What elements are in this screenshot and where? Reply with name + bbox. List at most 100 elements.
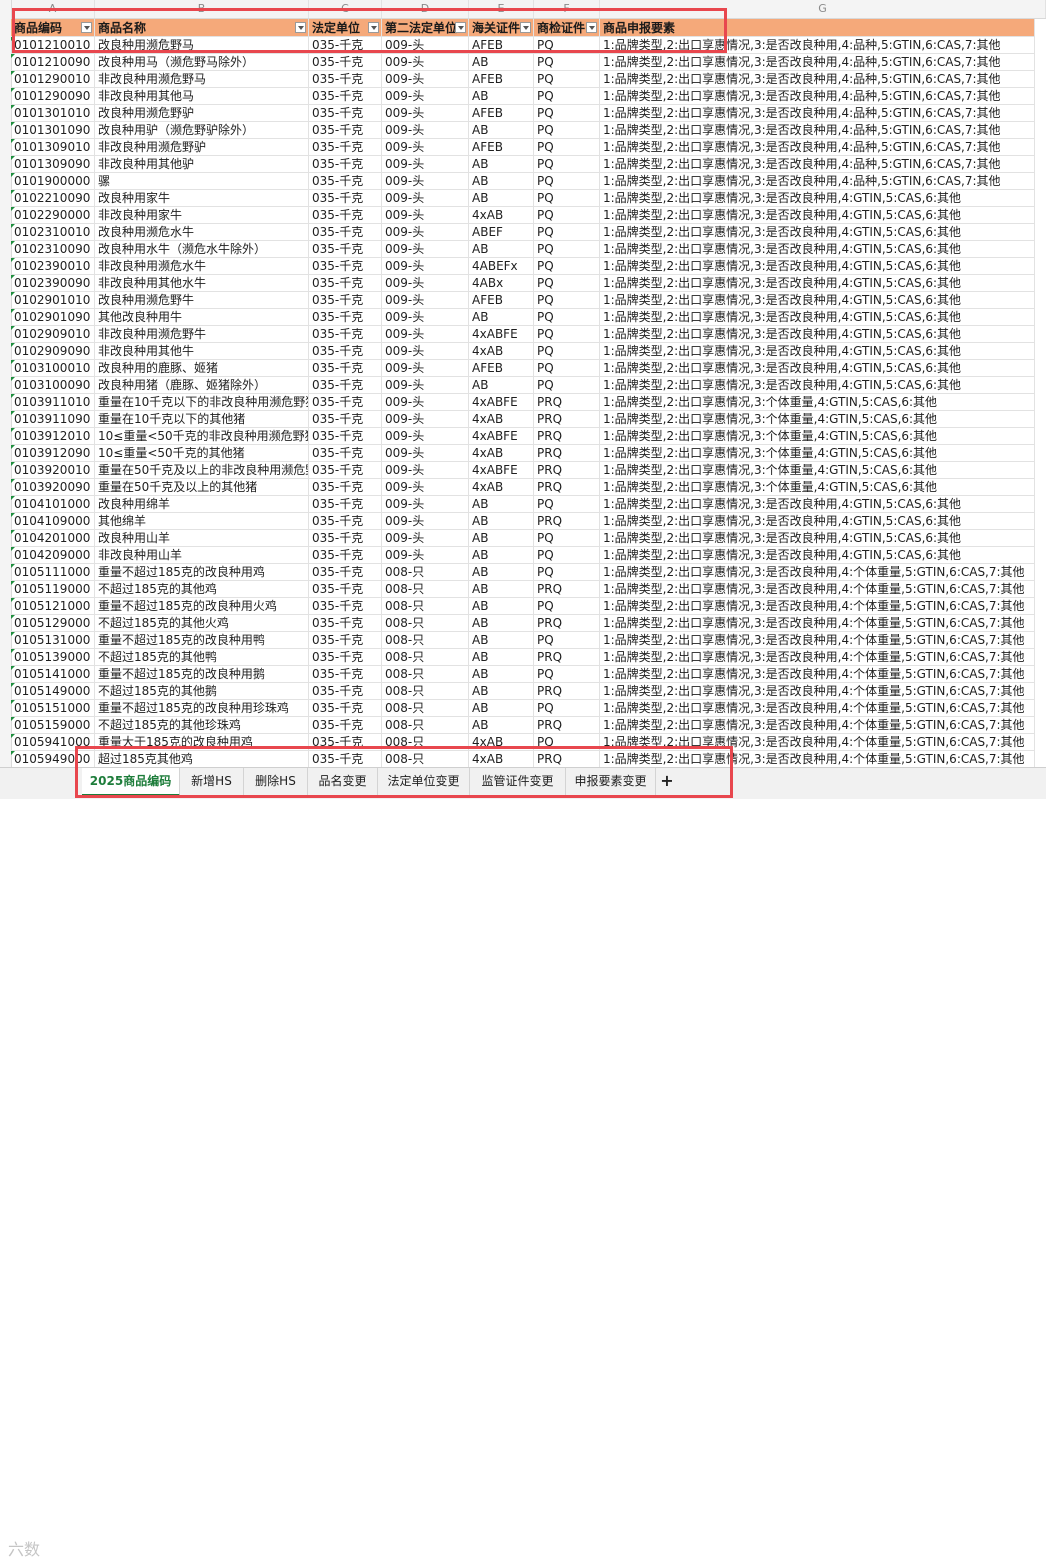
cell-inspection-cert[interactable]: PRQ (534, 411, 600, 428)
cell-inspection-cert[interactable]: PQ (534, 37, 600, 54)
cell-inspection-cert[interactable]: PQ (534, 190, 600, 207)
cell-name[interactable]: 骡 (95, 173, 309, 190)
cell-unit2[interactable]: 008-只 (382, 683, 469, 700)
cell-unit[interactable]: 035-千克 (309, 258, 382, 275)
cell-unit[interactable]: 035-千克 (309, 751, 382, 767)
cell-name[interactable]: 改良种用马（濒危野马除外） (95, 54, 309, 71)
cell-code[interactable]: 0103920090 (11, 479, 95, 496)
cell-unit[interactable]: 035-千克 (309, 445, 382, 462)
cell-name[interactable]: 改良种用濒危野牛 (95, 292, 309, 309)
cell-unit[interactable]: 035-千克 (309, 292, 382, 309)
cell-code[interactable]: 0103911090 (11, 411, 95, 428)
cell-inspection-cert[interactable]: PRQ (534, 513, 600, 530)
filter-dropdown-icon[interactable] (81, 22, 92, 33)
cell-customs-cert[interactable]: AB (469, 683, 534, 700)
cell-unit[interactable]: 035-千克 (309, 156, 382, 173)
header-cell-unit[interactable]: 法定单位 (309, 19, 382, 37)
cell-name[interactable]: 重量不超过185克的改良种用鸭 (95, 632, 309, 649)
column-letter-g[interactable]: G (600, 0, 1046, 18)
cell-name[interactable]: 非改良种用濒危野牛 (95, 326, 309, 343)
cell-inspection-cert[interactable]: PQ (534, 734, 600, 751)
cell-inspection-cert[interactable]: PQ (534, 309, 600, 326)
cell-unit[interactable]: 035-千克 (309, 513, 382, 530)
cell-unit2[interactable]: 008-只 (382, 649, 469, 666)
cell-unit2[interactable]: 009-头 (382, 190, 469, 207)
cell-unit[interactable]: 035-千克 (309, 683, 382, 700)
cell-customs-cert[interactable]: 4xABFE (469, 428, 534, 445)
cell-customs-cert[interactable]: 4ABx (469, 275, 534, 292)
cell-unit2[interactable]: 008-只 (382, 581, 469, 598)
cell-customs-cert[interactable]: 4xAB (469, 734, 534, 751)
cell-customs-cert[interactable]: AB (469, 564, 534, 581)
filter-dropdown-icon[interactable] (368, 22, 379, 33)
cell-elements[interactable]: 1:品牌类型,2:出口享惠情况,3:是否改良种用,4:GTIN,5:CAS,6:… (600, 530, 1035, 547)
cell-unit[interactable]: 035-千克 (309, 649, 382, 666)
cell-inspection-cert[interactable]: PQ (534, 292, 600, 309)
cell-customs-cert[interactable]: AFEB (469, 37, 534, 54)
cell-elements[interactable]: 1:品牌类型,2:出口享惠情况,3:是否改良种用,4:GTIN,5:CAS,6:… (600, 547, 1035, 564)
cell-unit2[interactable]: 009-头 (382, 173, 469, 190)
header-cell-code[interactable]: 商品编码 (11, 19, 95, 37)
cell-inspection-cert[interactable]: PQ (534, 88, 600, 105)
cell-name[interactable]: 非改良种用濒危水牛 (95, 258, 309, 275)
header-cell-name[interactable]: 商品名称 (95, 19, 309, 37)
cell-elements[interactable]: 1:品牌类型,2:出口享惠情况,3:是否改良种用,4:GTIN,5:CAS,6:… (600, 207, 1035, 224)
cell-customs-cert[interactable]: 4xABFE (469, 394, 534, 411)
cell-name[interactable]: 改良种用山羊 (95, 530, 309, 547)
column-letter-a[interactable]: A (11, 0, 95, 18)
cell-unit2[interactable]: 009-头 (382, 37, 469, 54)
cell-unit[interactable]: 035-千克 (309, 173, 382, 190)
cell-unit2[interactable]: 009-头 (382, 326, 469, 343)
cell-name[interactable]: 重量不超过185克的改良种用火鸡 (95, 598, 309, 615)
cell-elements[interactable]: 1:品牌类型,2:出口享惠情况,3:是否改良种用,4:GTIN,5:CAS,6:… (600, 377, 1035, 394)
cell-unit2[interactable]: 008-只 (382, 615, 469, 632)
cell-customs-cert[interactable]: AB (469, 717, 534, 734)
cell-inspection-cert[interactable]: PQ (534, 258, 600, 275)
cell-elements[interactable]: 1:品牌类型,2:出口享惠情况,3:是否改良种用,4:GTIN,5:CAS,6:… (600, 496, 1035, 513)
cell-unit2[interactable]: 009-头 (382, 530, 469, 547)
cell-code[interactable]: 0102310010 (11, 224, 95, 241)
cell-unit2[interactable]: 009-头 (382, 513, 469, 530)
cell-unit[interactable]: 035-千克 (309, 496, 382, 513)
cell-unit[interactable]: 035-千克 (309, 479, 382, 496)
cell-unit[interactable]: 035-千克 (309, 139, 382, 156)
cell-name[interactable]: 非改良种用其他驴 (95, 156, 309, 173)
cell-customs-cert[interactable]: 4xAB (469, 445, 534, 462)
cell-unit2[interactable]: 009-头 (382, 479, 469, 496)
cell-code[interactable]: 0101210090 (11, 54, 95, 71)
cell-customs-cert[interactable]: AB (469, 649, 534, 666)
cell-name[interactable]: 重量不超过185克的改良种用珍珠鸡 (95, 700, 309, 717)
cell-code[interactable]: 0105159000 (11, 717, 95, 734)
sheet-tab-2[interactable]: 新增HS (180, 768, 244, 796)
cell-customs-cert[interactable]: AB (469, 598, 534, 615)
cell-customs-cert[interactable]: AB (469, 156, 534, 173)
cell-code[interactable]: 0105949000 (11, 751, 95, 767)
cell-elements[interactable]: 1:品牌类型,2:出口享惠情况,3:是否改良种用,4:品种,5:GTIN,6:C… (600, 139, 1035, 156)
cell-unit2[interactable]: 009-头 (382, 445, 469, 462)
cell-unit2[interactable]: 009-头 (382, 88, 469, 105)
cell-code[interactable]: 0105111000 (11, 564, 95, 581)
cell-customs-cert[interactable]: AB (469, 309, 534, 326)
cell-name[interactable]: 重量大于185克的改良种用鸡 (95, 734, 309, 751)
cell-customs-cert[interactable]: AB (469, 530, 534, 547)
cell-name[interactable]: 其他绵羊 (95, 513, 309, 530)
cell-elements[interactable]: 1:品牌类型,2:出口享惠情况,3:是否改良种用,4:GTIN,5:CAS,6:… (600, 241, 1035, 258)
cell-unit[interactable]: 035-千克 (309, 105, 382, 122)
cell-elements[interactable]: 1:品牌类型,2:出口享惠情况,3:个体重量,4:GTIN,5:CAS,6:其他 (600, 462, 1035, 479)
cell-name[interactable]: 非改良种用濒危野驴 (95, 139, 309, 156)
cell-customs-cert[interactable]: AFEB (469, 139, 534, 156)
cell-inspection-cert[interactable]: PRQ (534, 428, 600, 445)
cell-elements[interactable]: 1:品牌类型,2:出口享惠情况,3:是否改良种用,4:品种,5:GTIN,6:C… (600, 37, 1035, 54)
cell-inspection-cert[interactable]: PRQ (534, 445, 600, 462)
cell-elements[interactable]: 1:品牌类型,2:出口享惠情况,3:是否改良种用,4:个体重量,5:GTIN,6… (600, 615, 1035, 632)
cell-unit2[interactable]: 009-头 (382, 105, 469, 122)
cell-unit2[interactable]: 009-头 (382, 292, 469, 309)
cell-code[interactable]: 0105129000 (11, 615, 95, 632)
cell-customs-cert[interactable]: AB (469, 88, 534, 105)
cell-customs-cert[interactable]: AFEB (469, 105, 534, 122)
spreadsheet[interactable]: A B C D E F G 商品编码 商品名称 法定单位 第二法定单位 海关证件 商检证件… (0, 0, 1046, 767)
cell-unit2[interactable]: 009-头 (382, 428, 469, 445)
cell-code[interactable]: 0105121000 (11, 598, 95, 615)
cell-elements[interactable]: 1:品牌类型,2:出口享惠情况,3:是否改良种用,4:品种,5:GTIN,6:C… (600, 105, 1035, 122)
cell-code[interactable]: 0101290010 (11, 71, 95, 88)
